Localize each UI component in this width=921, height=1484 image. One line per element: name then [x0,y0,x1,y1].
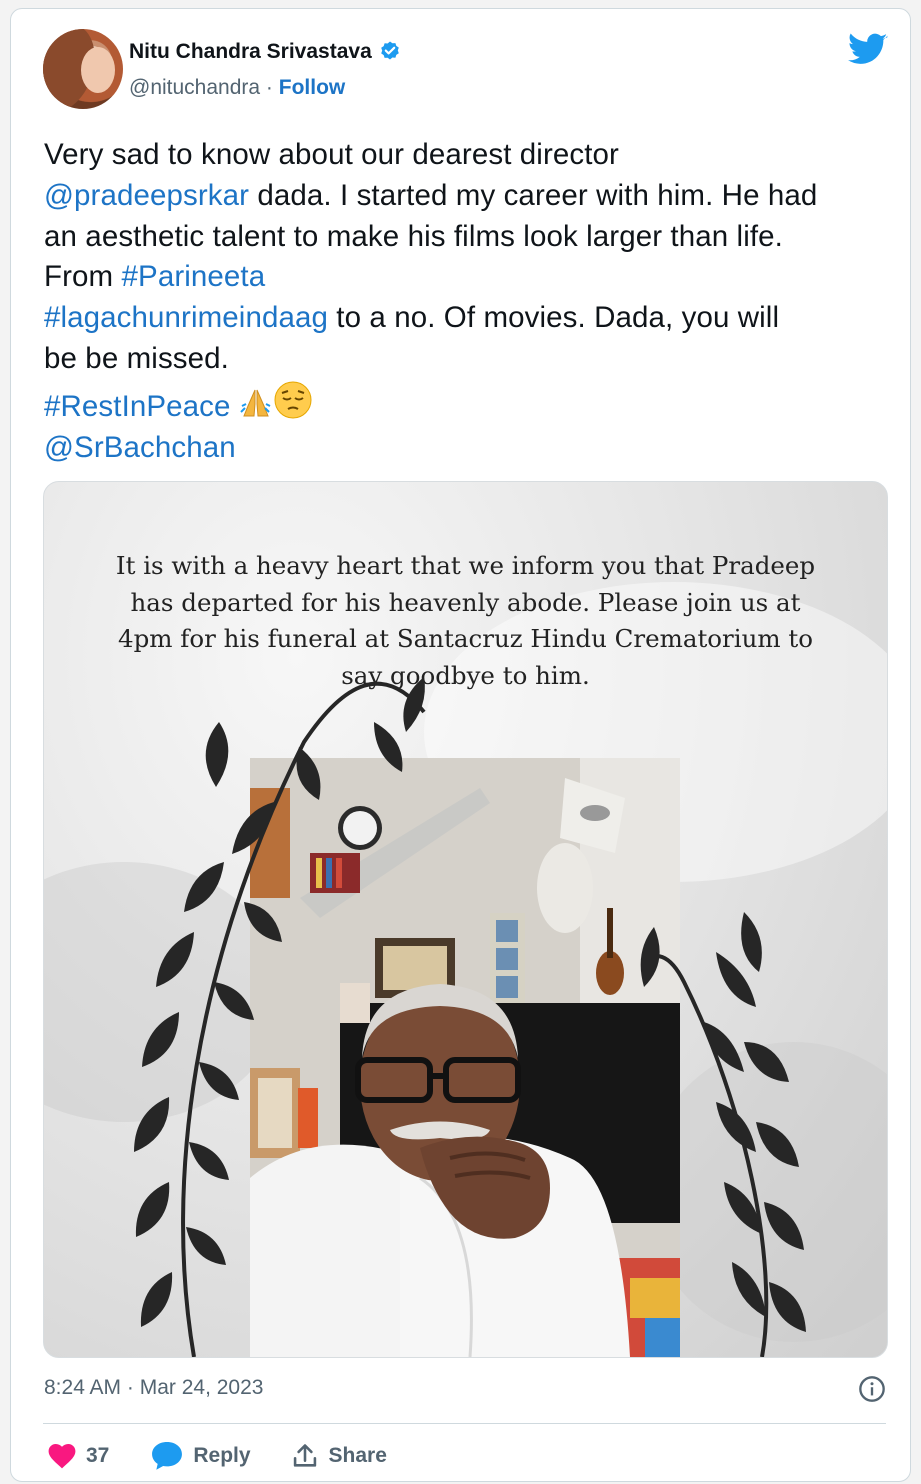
tweet-text-line: #lagachunrimeindaag to a no. Of movies. … [44,298,894,339]
reply-bubble-icon [152,1442,183,1470]
tweet-text-segment: to a no. Of movies. Dada, you will [328,301,780,335]
verified-badge-icon [380,41,399,60]
tweet-text: Very sad to know about our dearest direc… [44,135,894,468]
tweet-text-segment: From [44,260,122,294]
hashtag-link[interactable]: #Parineeta [122,260,266,293]
info-icon[interactable] [858,1375,886,1403]
folded-hands-emoji [240,389,271,417]
tweet-text-line: From #Parineeta [44,257,894,298]
tweet-text-segment [231,390,239,423]
handle-separator: · [265,76,273,99]
decorative-branches [134,677,806,1357]
tweet-text-line: #RestInPeace [44,380,894,428]
author-handle[interactable]: @nituchandra [129,76,260,99]
mention-link[interactable]: @SrBachchan [44,431,236,464]
twitter-bird-icon[interactable] [848,33,888,67]
share-label: Share [328,1444,387,1467]
follow-button[interactable]: Follow [279,76,346,99]
tweet-text-segment: Very sad to know about our dearest direc… [44,138,619,171]
avatar-face [81,47,115,93]
hashtag-link[interactable]: #RestInPeace [44,390,231,423]
tweet-timestamp[interactable]: 8:24 AM · Mar 24, 2023 [44,1376,263,1400]
divider [43,1423,886,1424]
tweet-text-segment: an aesthetic talent to make his films lo… [44,219,783,253]
tweet-actions: 37 Reply Share [48,1441,387,1471]
author-handle-row: @nituchandra · Follow [129,76,345,100]
tweet-text-line: Very sad to know about our dearest direc… [44,135,894,176]
tweet-card: Nitu Chandra Srivastava @nituchandra · F… [10,8,911,1482]
tweet-text-segment: be be missed. [44,341,229,375]
author-name-row: Nitu Chandra Srivastava [129,40,402,64]
tweet-text-line: an aesthetic talent to make his films lo… [44,217,894,258]
tweet-text-line: @SrBachchan [44,428,894,469]
like-button[interactable]: 37 [48,1443,109,1469]
like-count: 37 [86,1444,110,1467]
author-name[interactable]: Nitu Chandra Srivastava [129,40,372,64]
tweet-text-line: @pradeepsrkar dada. I started my career … [44,176,894,217]
reply-label: Reply [193,1444,251,1467]
pensive-face-emoji [274,381,312,419]
tweet-text-segment: dada. I started my career with him. He h… [249,178,818,212]
reply-button[interactable]: Reply [151,1441,251,1471]
mention-link[interactable]: @pradeepsrkar [44,179,249,212]
heart-icon [48,1443,76,1469]
share-upload-icon [293,1444,316,1467]
hashtag-link[interactable]: #lagachunrimeindaag [44,301,328,334]
tweet-text-line: be be missed. [44,339,894,380]
share-button[interactable]: Share [291,1442,387,1470]
tweet-media-image[interactable]: It is with a heavy heart that we inform … [43,481,888,1358]
avatar[interactable] [43,29,123,109]
